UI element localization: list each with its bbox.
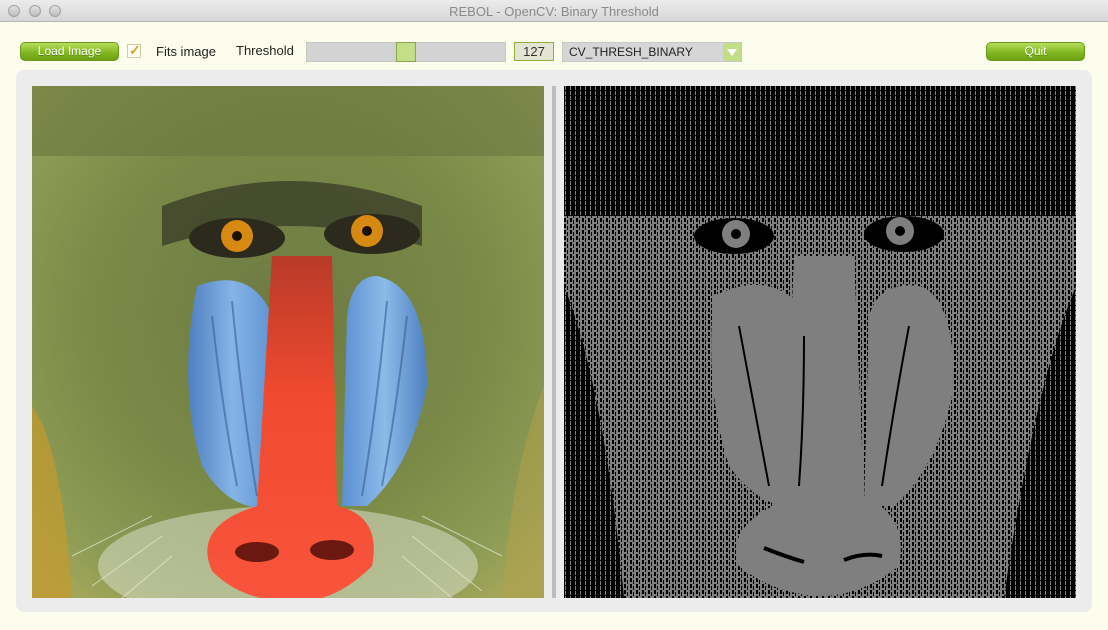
threshold-mode-select[interactable]: CV_THRESH_BINARY xyxy=(562,42,742,62)
checkmark-icon: ✓ xyxy=(129,42,141,58)
threshold-label: Threshold xyxy=(236,43,294,58)
load-image-button[interactable]: Load Image xyxy=(20,42,119,61)
threshold-slider[interactable] xyxy=(306,42,506,62)
image-divider[interactable] xyxy=(552,86,556,598)
quit-button[interactable]: Quit xyxy=(986,42,1085,61)
dropdown-arrow-icon[interactable] xyxy=(723,43,741,61)
title-bar: REBOL - OpenCV: Binary Threshold xyxy=(0,0,1108,22)
fits-image-label: Fits image xyxy=(156,44,216,59)
window-title: REBOL - OpenCV: Binary Threshold xyxy=(449,4,659,19)
threshold-slider-knob[interactable] xyxy=(396,42,416,62)
source-image xyxy=(32,86,544,598)
threshold-result-image xyxy=(564,86,1076,598)
fits-image-checkbox[interactable]: ✓ xyxy=(127,42,141,58)
threshold-value-field[interactable]: 127 xyxy=(514,42,554,61)
threshold-mode-value: CV_THRESH_BINARY xyxy=(569,45,693,59)
